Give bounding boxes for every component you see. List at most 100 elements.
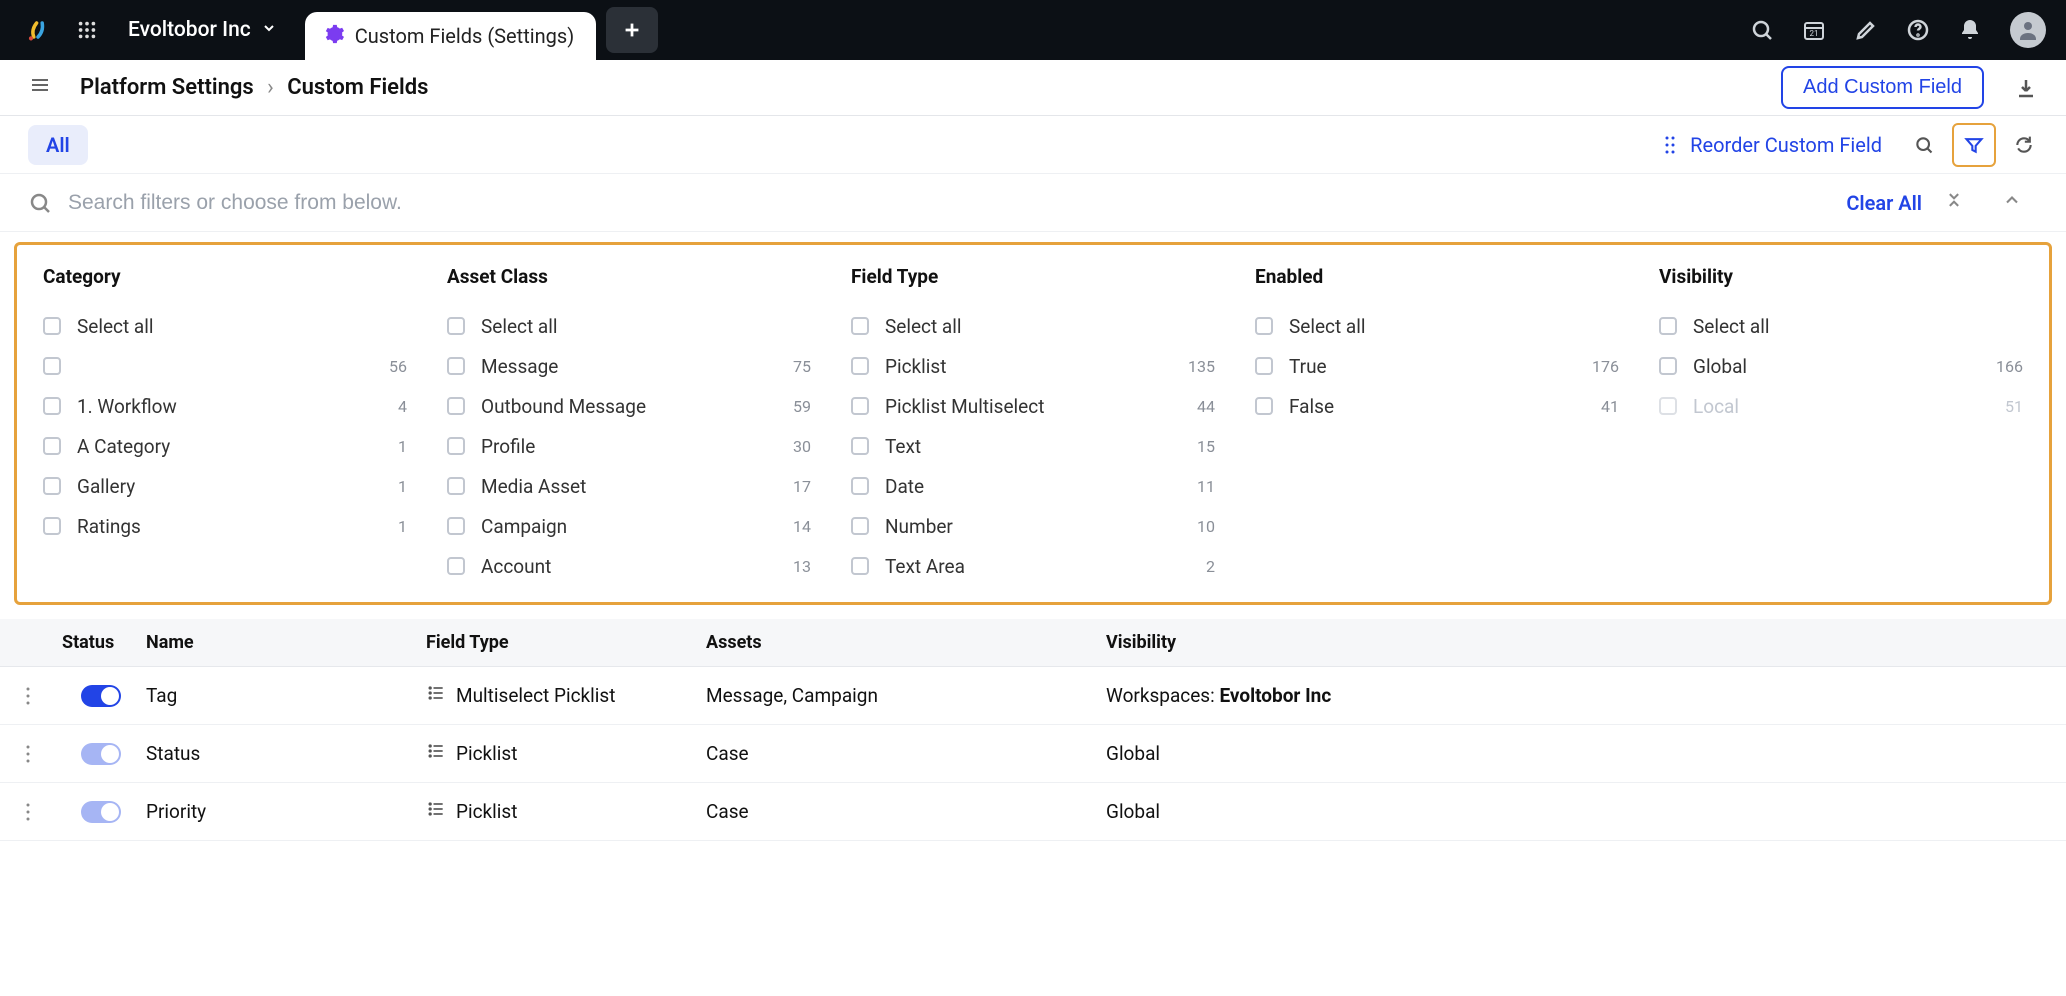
filter-option[interactable]: 56 (43, 346, 407, 386)
collapse-vertical-icon[interactable] (1944, 190, 1980, 215)
calendar-icon[interactable]: 21 (1802, 18, 1826, 42)
filter-option[interactable]: Gallery1 (43, 466, 407, 506)
checkbox[interactable] (43, 477, 61, 495)
checkbox[interactable] (1255, 357, 1273, 375)
help-icon[interactable] (1906, 18, 1930, 42)
topbar-actions: 21 (1750, 12, 2046, 48)
checkbox[interactable] (1659, 357, 1677, 375)
checkbox[interactable] (43, 517, 61, 535)
option-label: Select all (885, 315, 1215, 338)
filter-option[interactable]: Global166 (1659, 346, 2023, 386)
checkbox[interactable] (851, 317, 869, 335)
row-status-toggle[interactable] (56, 801, 146, 823)
filter-option[interactable]: Outbound Message59 (447, 386, 811, 426)
checkbox[interactable] (851, 517, 869, 535)
checkbox[interactable] (1255, 317, 1273, 335)
checkbox[interactable] (447, 517, 465, 535)
option-count: 44 (1197, 397, 1215, 416)
option-label: Text (885, 435, 1197, 458)
workspace-selector[interactable]: Evoltobor Inc (128, 18, 277, 42)
checkbox[interactable] (851, 357, 869, 375)
new-tab-button[interactable] (606, 7, 658, 53)
checkbox[interactable] (447, 317, 465, 335)
checkbox[interactable] (1659, 317, 1677, 335)
toolbar-search-icon[interactable] (1910, 131, 1938, 159)
row-status-toggle[interactable] (56, 685, 146, 707)
tab-custom-fields[interactable]: Custom Fields (Settings) (305, 12, 596, 60)
filter-search-input[interactable] (68, 191, 1822, 215)
filter-option[interactable]: 1. Workflow4 (43, 386, 407, 426)
filter-col-enabled: Enabled Select allTrue176False41 (1235, 265, 1639, 586)
checkbox[interactable] (851, 557, 869, 575)
topbar: Evoltobor Inc Custom Fields (Settings) 2… (0, 0, 2066, 60)
user-avatar[interactable] (2010, 12, 2046, 48)
option-label: Global (1693, 355, 1996, 378)
checkbox[interactable] (851, 437, 869, 455)
checkbox[interactable] (447, 437, 465, 455)
breadcrumb-parent[interactable]: Platform Settings (80, 75, 254, 100)
checkbox[interactable] (447, 477, 465, 495)
filter-option[interactable]: Campaign14 (447, 506, 811, 546)
filter-option[interactable]: Date11 (851, 466, 1215, 506)
filter-option[interactable]: Message75 (447, 346, 811, 386)
filter-option[interactable]: True176 (1255, 346, 1619, 386)
filter-title: Enabled (1255, 265, 1619, 288)
option-label: Gallery (77, 475, 398, 498)
checkbox[interactable] (43, 397, 61, 415)
row-menu-icon[interactable] (0, 686, 56, 706)
row-menu-icon[interactable] (0, 802, 56, 822)
download-icon[interactable] (2014, 76, 2038, 100)
filter-select-all[interactable]: Select all (1255, 306, 1619, 346)
row-field-type: Multiselect Picklist (426, 683, 706, 708)
row-menu-icon[interactable] (0, 744, 56, 764)
filter-option[interactable]: Profile30 (447, 426, 811, 466)
menu-icon[interactable] (28, 73, 52, 102)
search-icon[interactable] (1750, 18, 1774, 42)
filter-select-all[interactable]: Select all (43, 306, 407, 346)
clear-all-link[interactable]: Clear All (1846, 191, 1922, 215)
add-custom-field-button[interactable]: Add Custom Field (1781, 66, 1984, 109)
filter-option[interactable]: Number10 (851, 506, 1215, 546)
option-count: 1 (398, 437, 407, 456)
filter-icon[interactable] (1952, 123, 1996, 167)
chevron-up-icon[interactable] (2002, 190, 2038, 215)
table-row: TagMultiselect PicklistMessage, Campaign… (0, 667, 2066, 725)
filter-option[interactable]: Account13 (447, 546, 811, 586)
filter-option[interactable]: Text Area2 (851, 546, 1215, 586)
filter-option[interactable]: Picklist Multiselect44 (851, 386, 1215, 426)
filter-select-all[interactable]: Select all (1659, 306, 2023, 346)
table-header: Status Name Field Type Assets Visibility (0, 619, 2066, 667)
option-count: 4 (398, 397, 407, 416)
filter-option[interactable]: Ratings1 (43, 506, 407, 546)
row-status-toggle[interactable] (56, 743, 146, 765)
filter-option[interactable]: False41 (1255, 386, 1619, 426)
checkbox[interactable] (851, 477, 869, 495)
option-count: 56 (389, 357, 407, 376)
checkbox[interactable] (447, 397, 465, 415)
row-visibility: Global (1106, 800, 2066, 823)
filter-option[interactable]: Text15 (851, 426, 1215, 466)
filter-option[interactable]: Picklist135 (851, 346, 1215, 386)
checkbox[interactable] (447, 357, 465, 375)
all-chip[interactable]: All (28, 125, 88, 165)
option-count: 1 (398, 477, 407, 496)
checkbox[interactable] (447, 557, 465, 575)
filter-select-all[interactable]: Select all (447, 306, 811, 346)
checkbox[interactable] (43, 317, 61, 335)
filter-option[interactable]: A Category1 (43, 426, 407, 466)
checkbox[interactable] (43, 357, 61, 375)
filter-option[interactable]: Media Asset17 (447, 466, 811, 506)
option-count: 17 (793, 477, 811, 496)
option-count: 41 (1601, 397, 1619, 416)
checkbox[interactable] (851, 397, 869, 415)
refresh-icon[interactable] (2010, 131, 2038, 159)
filter-select-all[interactable]: Select all (851, 306, 1215, 346)
option-count: 1 (398, 517, 407, 536)
reorder-link[interactable]: Reorder Custom Field (1660, 133, 1882, 157)
option-count: 176 (1592, 357, 1619, 376)
bell-icon[interactable] (1958, 18, 1982, 42)
edit-icon[interactable] (1854, 18, 1878, 42)
apps-icon[interactable] (76, 19, 98, 41)
checkbox[interactable] (43, 437, 61, 455)
checkbox[interactable] (1255, 397, 1273, 415)
